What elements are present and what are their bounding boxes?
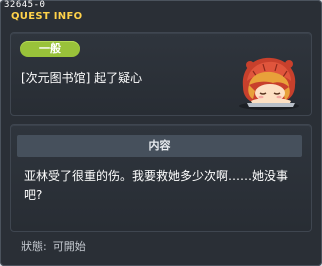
quest-status: 狀態: 可開始 <box>21 238 86 254</box>
status-label: 狀態: <box>21 240 47 253</box>
content-header: 内容 <box>17 135 302 157</box>
quest-summary-panel: 一般 [次元图书馆] 起了疑心 <box>10 32 312 116</box>
quest-id-label: 32645-0 <box>4 0 46 10</box>
quest-type-badge: 一般 <box>20 41 80 57</box>
sleeping-girl-red-hood-icon <box>239 57 299 110</box>
quest-content-panel: 内容 亚林受了很重的伤。我要救她多少次啊……她没事吧? <box>10 124 312 232</box>
window-title: QUEST INFO <box>11 11 83 22</box>
status-value: 可開始 <box>52 240 86 253</box>
quest-name: [次元图书馆] 起了疑心 <box>21 71 143 85</box>
quest-description: 亚林受了很重的伤。我要救她多少次啊……她没事吧? <box>24 169 289 202</box>
quest-info-window: 32645-0 QUEST INFO 一般 [次元图书馆] 起了疑心 内容 亚林… <box>0 0 322 266</box>
